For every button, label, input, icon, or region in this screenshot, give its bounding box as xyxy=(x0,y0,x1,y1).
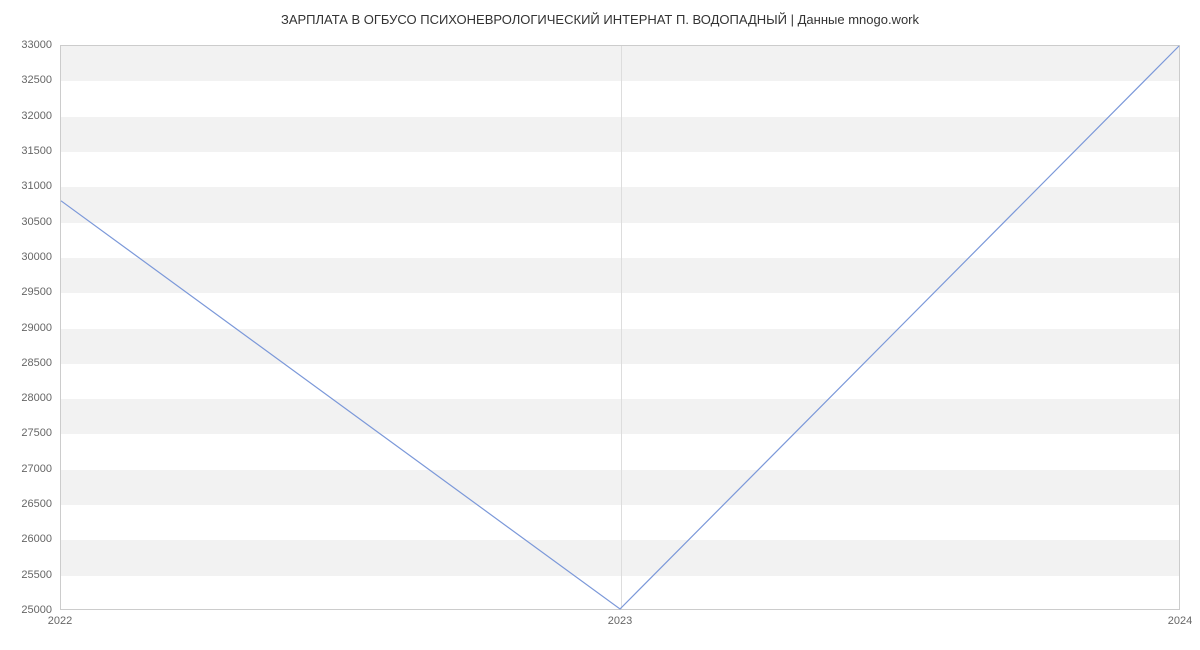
y-tick-label: 32500 xyxy=(21,74,52,86)
x-tick-label: 2022 xyxy=(48,615,72,627)
y-tick-label: 31500 xyxy=(21,145,52,157)
y-tick-label: 30000 xyxy=(21,251,52,263)
x-tick-label: 2023 xyxy=(608,615,632,627)
y-tick-label: 26000 xyxy=(21,533,52,545)
y-tick-label: 28500 xyxy=(21,357,52,369)
y-tick-label: 31000 xyxy=(21,180,52,192)
y-tick-label: 27000 xyxy=(21,463,52,475)
chart-container: 2500025500260002650027000275002800028500… xyxy=(60,45,1180,610)
y-tick-label: 29000 xyxy=(21,322,52,334)
y-tick-label: 28000 xyxy=(21,392,52,404)
y-tick-label: 29500 xyxy=(21,286,52,298)
y-tick-label: 27500 xyxy=(21,427,52,439)
y-tick-label: 26500 xyxy=(21,498,52,510)
chart-title: ЗАРПЛАТА В ОГБУСО ПСИХОНЕВРОЛОГИЧЕСКИЙ И… xyxy=(0,0,1200,27)
data-line xyxy=(61,46,1179,609)
y-tick-label: 25500 xyxy=(21,569,52,581)
y-tick-label: 32000 xyxy=(21,110,52,122)
y-tick-label: 33000 xyxy=(21,39,52,51)
y-tick-label: 30500 xyxy=(21,216,52,228)
plot-area xyxy=(60,45,1180,610)
x-tick-label: 2024 xyxy=(1168,615,1192,627)
line-chart-svg xyxy=(61,46,1179,609)
